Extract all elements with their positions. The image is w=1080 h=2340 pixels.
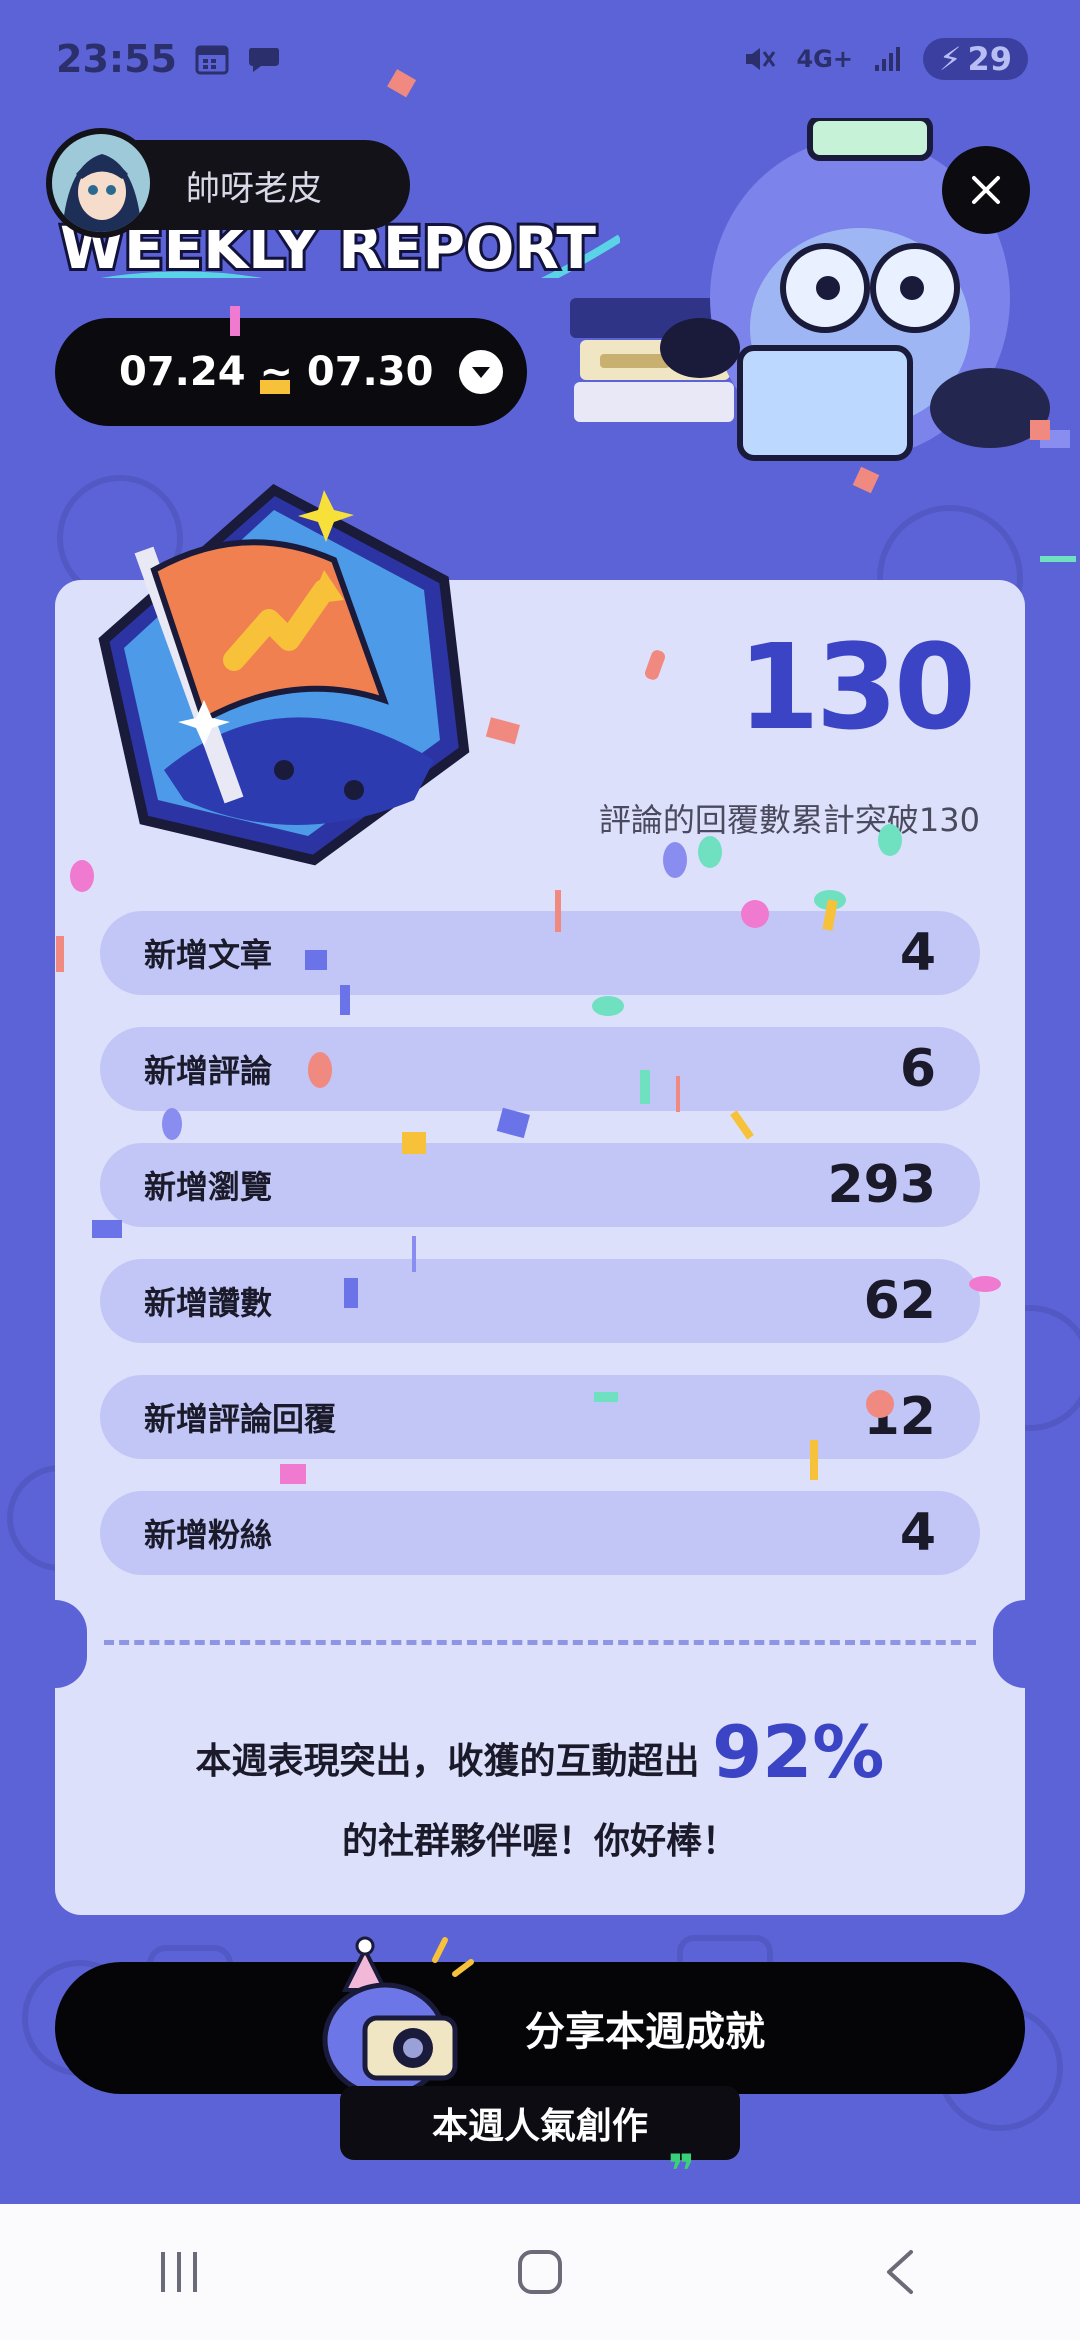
- home-button[interactable]: [480, 2222, 600, 2322]
- card-divider: [104, 1640, 976, 1645]
- recent-apps-button[interactable]: [120, 2222, 240, 2322]
- username: 帥呀老皮: [186, 168, 322, 209]
- system-nav-bar: [0, 2204, 1080, 2340]
- highlight-number: 130: [737, 618, 976, 756]
- charging-icon: ⚡: [939, 40, 962, 78]
- close-icon: [972, 176, 1000, 204]
- signal-icon: [875, 47, 900, 71]
- avatar: [46, 128, 156, 238]
- status-bar: 23:55 4G+ ⚡ 29: [0, 0, 1080, 118]
- quote-icon: ❞: [668, 2144, 695, 2198]
- stat-label: 新增評論回覆: [144, 1400, 337, 1438]
- battery-indicator: ⚡ 29: [923, 38, 1028, 80]
- card-notch-right: [993, 1600, 1057, 1688]
- stat-value: 62: [863, 1271, 936, 1331]
- share-button-label: 分享本週成就: [525, 2009, 765, 2055]
- stat-label: 新增讚數: [144, 1284, 273, 1322]
- back-icon: [887, 2250, 913, 2294]
- date-range: 07.24 ~ 07.30: [119, 349, 434, 395]
- stat-value: 12: [863, 1387, 936, 1447]
- highlight-description: 評論的回覆數累計突破130: [598, 801, 980, 839]
- back-button[interactable]: [840, 2222, 960, 2322]
- battery-level: 29: [967, 40, 1012, 78]
- stat-value: 6: [899, 1039, 936, 1099]
- stat-label: 新增文章: [144, 936, 273, 974]
- camera-mascot-icon: [322, 1936, 474, 2098]
- stat-row-new-comments: 新增評論 6: [100, 1027, 980, 1111]
- stat-value: 4: [899, 923, 936, 983]
- stat-label: 新增評論: [144, 1052, 273, 1090]
- chevron-down-icon: [459, 350, 504, 394]
- stat-row-new-replies: 新增評論回覆 12: [100, 1375, 980, 1459]
- stat-label: 新增瀏覽: [144, 1168, 273, 1206]
- stat-row-new-likes: 新增讚數 62: [100, 1259, 980, 1343]
- stat-row-new-followers: 新增粉絲 4: [100, 1491, 980, 1575]
- date-range-selector[interactable]: 07.24 ~ 07.30: [55, 318, 527, 426]
- mute-icon: [746, 48, 776, 70]
- home-icon: [518, 2250, 562, 2294]
- stat-row-new-views: 新增瀏覽 293: [100, 1143, 980, 1227]
- praise-prefix: 本週表現突出，收獲的互動超出: [195, 1741, 700, 1782]
- stat-value: 293: [827, 1155, 936, 1215]
- achievement-badge: [98, 483, 470, 866]
- recent-apps-icon: [161, 2252, 197, 2292]
- avatar-image: [52, 134, 150, 232]
- card-notch-left: [23, 1600, 87, 1688]
- calendar-icon: [195, 45, 229, 75]
- praise-message: 本週表現突出，收獲的互動超出 92% 的社群夥伴喔！你好棒！: [55, 1712, 1025, 1882]
- stat-label: 新增粉絲: [144, 1516, 273, 1554]
- praise-line-2: 的社群夥伴喔！你好棒！: [341, 1821, 738, 1862]
- share-achievement-button[interactable]: 分享本週成就: [55, 1962, 1025, 2094]
- close-button[interactable]: [942, 146, 1030, 234]
- stat-value: 4: [899, 1503, 936, 1563]
- stat-row-new-articles: 新增文章 4: [100, 911, 980, 995]
- network-type: 4G+: [796, 45, 853, 73]
- popular-creations-label: 本週人氣創作: [431, 2106, 648, 2147]
- user-profile-pill[interactable]: 帥呀老皮: [46, 128, 410, 238]
- clock: 23:55: [56, 37, 177, 81]
- praise-line-1: 本週表現突出，收獲的互動超出 92%: [55, 1712, 1025, 1802]
- praise-percent: 92%: [712, 1710, 885, 1794]
- chat-icon: [248, 48, 279, 72]
